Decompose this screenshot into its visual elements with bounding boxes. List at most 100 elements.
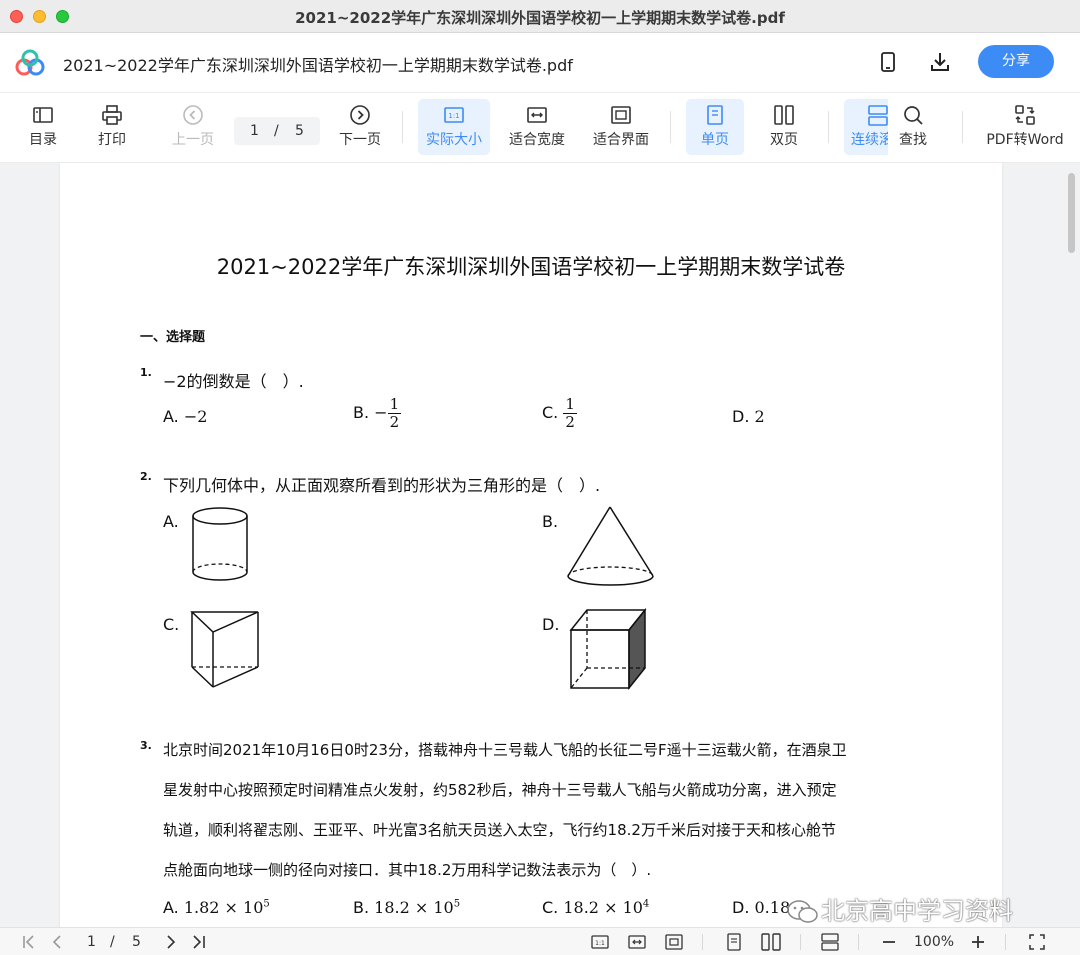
page-number-field[interactable]: 1 / 5 [234,117,320,145]
zoom-in-button[interactable] [970,932,986,952]
double-page-label: 双页 [770,132,798,148]
toolbar-divider [962,111,963,143]
chevron-right-icon [167,935,176,949]
question-number-1: 1. [140,366,152,379]
next-page-label: 下一页 [339,132,381,148]
share-button[interactable]: 分享 [978,45,1054,78]
question-number-2: 2. [140,470,152,483]
status-divider [858,934,859,950]
pdf-to-word-button[interactable]: PDF转Word [982,99,1068,155]
q1-option-a: A. −2 [163,407,208,426]
status-bar: 1 / 5 1:1 100% [0,927,1080,955]
status-single-page-button[interactable] [724,932,744,952]
zoom-out-button[interactable] [881,932,897,952]
next-page-button[interactable]: 下一页 [335,99,385,155]
cone-figure [567,506,654,586]
continuous-scroll-icon [868,105,888,126]
fit-width-button[interactable]: 适合宽度 [504,99,570,155]
download-icon[interactable] [928,50,952,74]
first-page-icon [23,935,34,949]
window-titlebar: 2021~2022学年广东深圳深圳外国语学校初一上学期期末数学试卷.pdf [0,0,1080,33]
last-page-button[interactable] [190,932,208,952]
status-fit-width-button[interactable] [627,932,647,952]
single-page-icon [707,105,723,125]
q1-option-d: D. 2 [732,407,765,426]
q2-option-a-label: A. [163,512,179,531]
actual-size-button[interactable]: 1:1 实际大小 [418,99,490,155]
printer-icon [102,105,122,125]
next-page-status-button[interactable] [164,932,178,952]
double-page-button[interactable]: 双页 [759,99,809,155]
q3-option-d: D. 0.18 [732,898,791,917]
question-3-line-3: 轨道，顺利将翟志刚、王亚平、叶光富3名航天员送入太空，飞行约18.2万千米后对接… [163,821,836,839]
status-actual-size-button[interactable]: 1:1 [590,932,610,952]
q2-option-c-label: C. [163,615,180,634]
plus-icon [972,936,984,948]
actual-size-icon: 1:1 [444,107,464,123]
triangular-prism-figure [190,611,259,688]
fullscreen-button[interactable] [1028,932,1046,952]
toc-button[interactable]: 目录 [22,99,64,155]
status-divider [1005,934,1006,950]
pdf-page: 2021~2022学年广东深圳深圳外国语学校初一上学期期末数学试卷 一、选择题 … [60,163,1002,927]
fit-width-icon [628,935,646,949]
find-button[interactable]: 查找 [892,99,934,155]
wechat-icon [787,900,818,923]
vertical-scrollbar[interactable] [1068,173,1075,253]
convert-icon [1015,105,1035,125]
status-fit-page-button[interactable] [664,932,684,952]
status-page-separator: / [110,934,115,950]
q3-option-a: A. 1.82 × 105 [163,898,270,917]
fit-page-icon [665,934,683,950]
pdf-to-word-label: PDF转Word [986,132,1064,148]
q3-option-b: B. 18.2 × 105 [353,898,461,917]
status-page-current: 1 [87,934,96,950]
svg-text:1:1: 1:1 [595,940,605,947]
app-header: 2021~2022学年广东深圳深圳外国语学校初一上学期期末数学试卷.pdf 分享 [0,33,1080,93]
cube-figure [569,607,647,691]
toolbar-divider [828,111,829,143]
phone-icon[interactable] [876,50,900,74]
single-page-label: 单页 [701,132,729,148]
double-page-icon [761,933,781,951]
continuous-scroll-label: 连续滚 [851,132,888,148]
print-label: 打印 [98,132,126,148]
prev-page-label: 上一页 [172,132,214,148]
status-divider [702,934,703,950]
fit-page-button[interactable]: 适合界面 [588,99,654,155]
find-label: 查找 [899,132,927,148]
document-viewport[interactable]: 2021~2022学年广东深圳深圳外国语学校初一上学期期末数学试卷 一、选择题 … [0,163,1080,927]
toc-label: 目录 [29,132,57,148]
zoom-level[interactable]: 100% [914,932,954,952]
exam-title: 2021~2022学年广东深圳深圳外国语学校初一上学期期末数学试卷 [216,255,846,279]
search-icon [904,106,923,125]
single-page-icon [727,933,741,951]
fit-page-icon [611,106,631,124]
watermark: 北京高中学习资料 [785,891,1013,926]
print-button[interactable]: 打印 [91,99,133,155]
prev-page-status-button[interactable] [50,932,64,952]
question-3-line-4: 点舱面向地球一侧的径向对接口．其中18.2万用科学记数法表示为（ ）. [163,861,652,879]
window-title: 2021~2022学年广东深圳深圳外国语学校初一上学期期末数学试卷.pdf [295,9,785,27]
status-double-page-button[interactable] [760,932,782,952]
continuous-scroll-icon [821,933,839,951]
svg-text:1:1: 1:1 [448,112,459,120]
double-page-icon [774,105,794,125]
prev-page-button[interactable]: 上一页 [168,99,218,155]
page-total: 5 [295,123,304,139]
question-1-text: −2的倒数是（ ）. [163,372,304,391]
q1-option-c: C. 12 [542,395,577,431]
minus-icon [883,941,895,943]
last-page-icon [193,935,205,949]
fullscreen-icon [1029,934,1045,950]
section-heading: 一、选择题 [140,330,206,345]
pdf-toolbar: 目录 打印 上一页 1 / 5 下一页 1:1 实际大小 适合宽度 适合界面 单… [0,93,1080,163]
continuous-scroll-button[interactable]: 连续滚 [844,99,888,155]
status-page-total: 5 [132,934,141,950]
single-page-button[interactable]: 单页 [686,99,744,155]
question-3-line-1: 北京时间2021年10月16日0时23分，搭载神舟十三号载人飞船的长征二号F遥十… [163,741,847,759]
status-continuous-button[interactable] [820,932,840,952]
cylinder-figure [192,507,248,581]
fit-width-label: 适合宽度 [509,132,565,148]
first-page-button[interactable] [20,932,38,952]
